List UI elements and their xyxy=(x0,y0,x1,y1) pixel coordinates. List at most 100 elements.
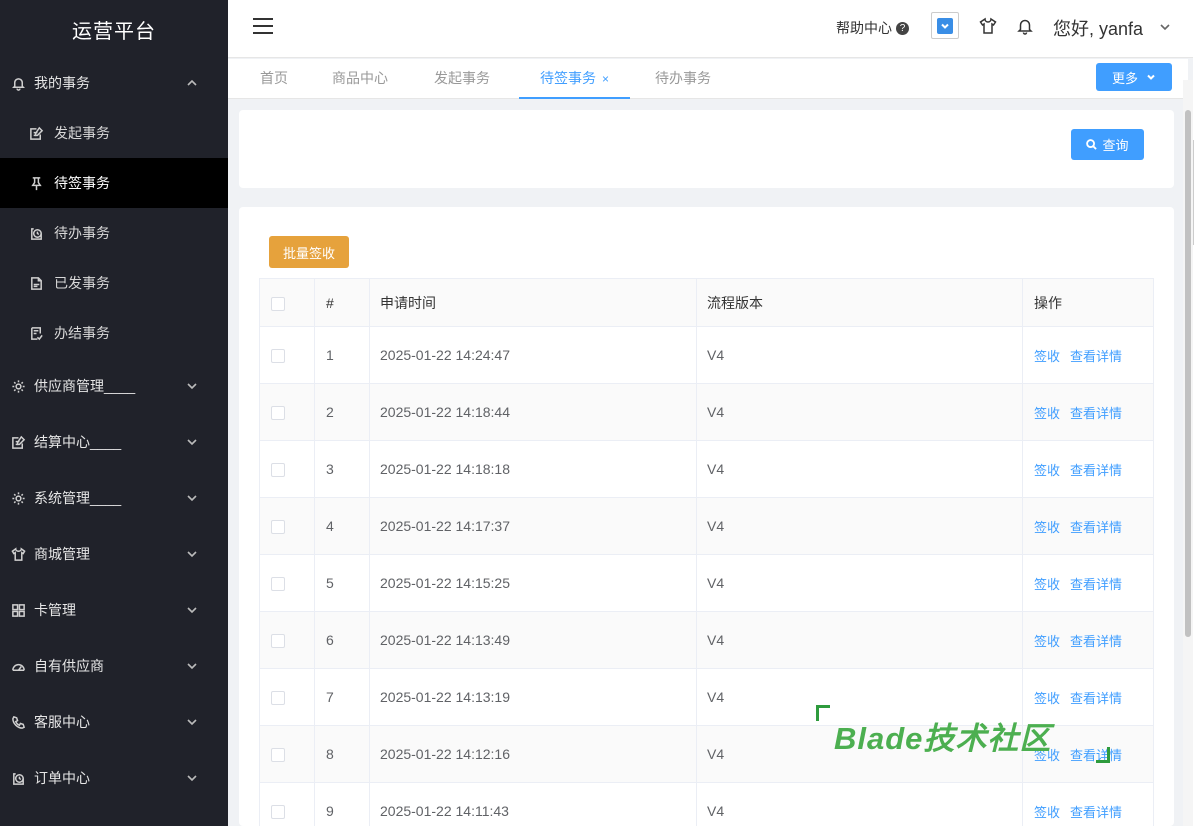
help-center-link[interactable]: 帮助中心 ? xyxy=(836,18,909,38)
row-checkbox[interactable] xyxy=(271,463,285,478)
sidebar-item-finished[interactable]: 办结事务 xyxy=(0,308,228,358)
tab-bar: 首页 商品中心 发起事务 待签事务 × 待办事务 更多 xyxy=(228,59,1188,99)
tab-label: 待签事务 xyxy=(539,70,596,86)
row-version: V4 xyxy=(696,326,1023,384)
column-header-index: # xyxy=(314,278,370,327)
sign-link[interactable]: 签收 xyxy=(1034,520,1060,535)
row-apply-time: 2025-01-22 14:12:16 xyxy=(369,725,697,783)
row-checkbox[interactable] xyxy=(271,748,285,763)
row-checkbox[interactable] xyxy=(271,691,285,706)
close-icon[interactable]: × xyxy=(602,72,609,86)
notification-bell-icon[interactable] xyxy=(1016,17,1034,35)
row-actions: 签收 查看详情 xyxy=(1022,497,1154,555)
query-label: 查询 xyxy=(1102,138,1129,153)
select-all-checkbox[interactable] xyxy=(271,296,285,311)
edit-icon xyxy=(10,434,26,450)
batch-sign-button[interactable]: 批量签收 xyxy=(269,236,349,268)
tab-home[interactable]: 首页 xyxy=(246,59,302,99)
view-detail-link[interactable]: 查看详情 xyxy=(1070,691,1122,706)
sign-link[interactable]: 签收 xyxy=(1034,634,1060,649)
sign-link[interactable]: 签收 xyxy=(1034,691,1060,706)
table-row: 1 2025-01-22 14:24:47 V4 签收 查看详情 xyxy=(259,326,1154,384)
tab-pending-sign[interactable]: 待签事务 × xyxy=(519,59,630,99)
sign-link[interactable]: 签收 xyxy=(1034,406,1060,421)
gauge-icon xyxy=(10,658,26,674)
document-icon xyxy=(28,275,44,291)
row-select-cell xyxy=(259,668,315,726)
sign-link[interactable]: 签收 xyxy=(1034,463,1060,478)
row-version: V4 xyxy=(696,782,1023,826)
tab-todo[interactable]: 待办事务 xyxy=(648,59,718,99)
row-index: 5 xyxy=(314,554,370,612)
pending-sign-table: # 申请时间 流程版本 操作 1 2025-01-22 14:24:47 V4 签收查… xyxy=(259,278,1154,826)
row-index: 2 xyxy=(314,383,370,441)
edit-icon xyxy=(28,125,44,141)
view-detail-link[interactable]: 查看详情 xyxy=(1070,520,1122,535)
sign-link[interactable]: 签收 xyxy=(1034,748,1060,763)
view-detail-link[interactable]: 查看详情 xyxy=(1070,349,1122,364)
theme-select[interactable] xyxy=(931,12,959,39)
view-detail-link[interactable]: 查看详情 xyxy=(1070,805,1122,820)
tab-label: 发起事务 xyxy=(434,70,490,86)
sidebar-group-label: 我的事务 xyxy=(34,75,90,91)
chevron-down-icon xyxy=(186,379,198,391)
view-detail-link[interactable]: 查看详情 xyxy=(1070,406,1122,421)
user-greeting[interactable]: 您好, yanfa xyxy=(1053,15,1143,41)
row-checkbox[interactable] xyxy=(271,634,285,649)
row-checkbox[interactable] xyxy=(271,805,285,820)
row-checkbox[interactable] xyxy=(271,520,285,535)
vertical-scrollbar[interactable] xyxy=(1183,80,1193,826)
view-detail-link[interactable]: 查看详情 xyxy=(1070,748,1122,763)
row-checkbox[interactable] xyxy=(271,349,285,364)
row-actions: 签收 查看详情 xyxy=(1022,782,1154,826)
sidebar-group-mall[interactable]: 商城管理 xyxy=(0,526,228,582)
sidebar-group-service[interactable]: 客服中心 xyxy=(0,694,228,750)
table-row: 5 2025-01-22 14:15:25 V4 签收 查看详情 xyxy=(259,554,1154,612)
tab-label: 待办事务 xyxy=(655,70,711,86)
sign-link[interactable]: 签收 xyxy=(1034,349,1060,364)
sidebar-group-orders[interactable]: 订单中心 xyxy=(0,750,228,806)
app-title: 运营平台 xyxy=(0,0,228,58)
sidebar-group-supplier[interactable]: 供应商管理____ xyxy=(0,358,228,414)
row-apply-time: 2025-01-22 14:17:37 xyxy=(369,497,697,555)
tab-initiate[interactable]: 发起事务 xyxy=(427,59,497,99)
row-checkbox[interactable] xyxy=(271,577,285,592)
chevron-down-icon[interactable] xyxy=(1158,20,1172,34)
more-tabs-button[interactable]: 更多 xyxy=(1096,63,1172,91)
sidebar-group-system[interactable]: 系统管理____ xyxy=(0,470,228,526)
row-apply-time: 2025-01-22 14:18:44 xyxy=(369,383,697,441)
sidebar-item-label: 发起事务 xyxy=(54,125,110,141)
view-detail-link[interactable]: 查看详情 xyxy=(1070,577,1122,592)
menu-toggle-icon[interactable] xyxy=(253,18,273,34)
sidebar-group-own-supplier[interactable]: 自有供应商 xyxy=(0,638,228,694)
sidebar-group-label: 供应商管理____ xyxy=(34,378,136,394)
sidebar-group-card[interactable]: 卡管理 xyxy=(0,582,228,638)
sign-link[interactable]: 签收 xyxy=(1034,805,1060,820)
gear-icon xyxy=(10,490,26,506)
chevron-down-icon xyxy=(186,659,198,671)
query-button[interactable]: 查询 xyxy=(1071,129,1144,160)
table-row: 9 2025-01-22 14:11:43 V4 签收 查看详情 xyxy=(259,782,1154,826)
sidebar-item-todo[interactable]: 待办事务 xyxy=(0,208,228,258)
sidebar-item-label: 待签事务 xyxy=(54,175,110,191)
tab-goods-center[interactable]: 商品中心 xyxy=(325,59,395,99)
sidebar-group-my-affairs[interactable]: 我的事务 xyxy=(0,58,228,108)
chevron-down-icon xyxy=(937,17,953,34)
theme-shirt-icon[interactable] xyxy=(978,16,998,36)
page-edge xyxy=(1193,0,1199,826)
row-select-cell xyxy=(259,440,315,498)
scrollbar-thumb[interactable] xyxy=(1185,110,1191,637)
row-select-cell xyxy=(259,554,315,612)
table-row: 4 2025-01-22 14:17:37 V4 签收 查看详情 xyxy=(259,497,1154,555)
sidebar-item-initiate[interactable]: 发起事务 xyxy=(0,108,228,158)
view-detail-link[interactable]: 查看详情 xyxy=(1070,634,1122,649)
row-apply-time: 2025-01-22 14:13:49 xyxy=(369,611,697,669)
sidebar-group-settlement[interactable]: 结算中心____ xyxy=(0,414,228,470)
column-header-version: 流程版本 xyxy=(696,278,1023,327)
sidebar-item-sent[interactable]: 已发事务 xyxy=(0,258,228,308)
view-detail-link[interactable]: 查看详情 xyxy=(1070,463,1122,478)
row-checkbox[interactable] xyxy=(271,406,285,421)
table-header-row: # 申请时间 流程版本 操作 xyxy=(259,278,1154,327)
sign-link[interactable]: 签收 xyxy=(1034,577,1060,592)
sidebar-item-pending-sign[interactable]: 待签事务 xyxy=(0,158,228,208)
